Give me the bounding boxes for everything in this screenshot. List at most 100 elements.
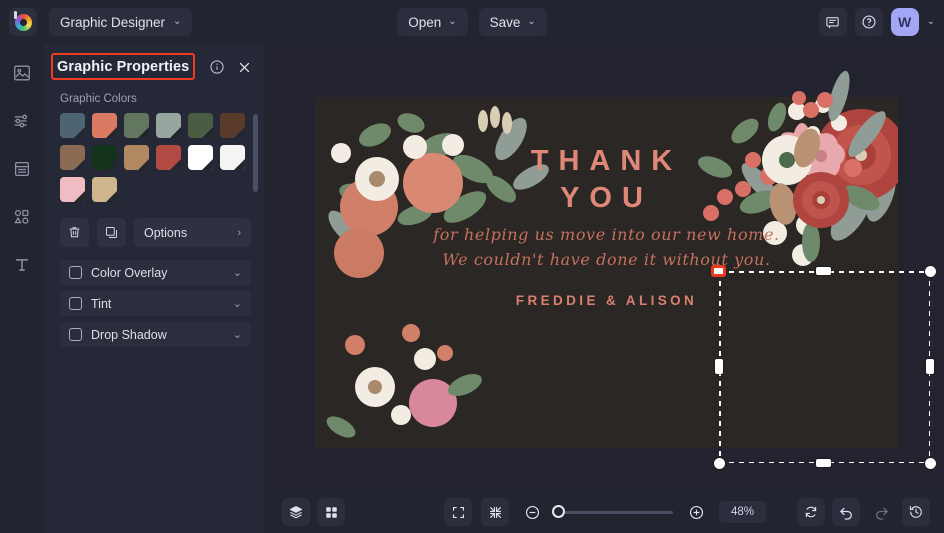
fullscreen-icon: [451, 505, 466, 520]
swatch-taupe[interactable]: [60, 145, 85, 170]
duplicate-icon: [104, 225, 119, 240]
page-title-wrap: Graphic Properties: [57, 59, 189, 75]
selection-handle-bottom-right[interactable]: [925, 458, 936, 469]
fit-to-screen-button[interactable]: [481, 498, 509, 526]
chevron-down-icon: ⌄: [233, 266, 242, 279]
chevron-down-icon: ⌄: [233, 328, 242, 341]
undo-button[interactable]: [832, 498, 860, 526]
delete-button[interactable]: [60, 218, 89, 247]
close-panel-button[interactable]: [237, 60, 252, 75]
swatch-tan[interactable]: [124, 145, 149, 170]
chevron-down-icon: ⌄: [527, 17, 535, 27]
selection-handle-top-left-active[interactable]: [711, 265, 726, 277]
selection-handle-top-center[interactable]: [816, 267, 831, 275]
chevron-down-icon: ⌄: [173, 17, 181, 27]
checkbox-tint[interactable]: [69, 297, 82, 310]
effect-label-drop-shadow: Drop Shadow: [91, 328, 167, 342]
zoom-in-icon: [688, 504, 705, 521]
fit-to-screen-icon: [488, 505, 503, 520]
comment-button[interactable]: [819, 8, 847, 36]
panel-header-actions: [209, 59, 252, 75]
page-title: Graphic Properties: [57, 59, 189, 75]
swatch-brick-red[interactable]: [156, 145, 181, 170]
app-logo[interactable]: [9, 8, 37, 36]
checkbox-color-overlay[interactable]: [69, 266, 82, 279]
canvas-stage[interactable]: THANK YOU for helping us move into our n…: [266, 44, 944, 491]
swatch-slate-blue[interactable]: [60, 113, 85, 138]
grid-view-button[interactable]: [317, 498, 345, 526]
swatch-beige[interactable]: [92, 177, 117, 202]
selection-handle-bottom-left[interactable]: [714, 458, 725, 469]
effect-row-color-overlay[interactable]: Color Overlay ⌄: [60, 260, 251, 285]
fullscreen-button[interactable]: [444, 498, 472, 526]
options-button[interactable]: Options ›: [134, 218, 251, 247]
grid-icon: [324, 505, 339, 520]
avatar[interactable]: W: [891, 8, 919, 36]
options-label: Options: [144, 226, 187, 240]
reset-button[interactable]: [797, 498, 825, 526]
swatch-salmon[interactable]: [92, 113, 117, 138]
checkbox-drop-shadow[interactable]: [69, 328, 82, 341]
redo-button[interactable]: [867, 498, 895, 526]
zoom-level-value[interactable]: 48%: [719, 501, 766, 523]
swatch-dark-brown[interactable]: [220, 113, 245, 138]
selection-handle-middle-right[interactable]: [926, 359, 934, 374]
account-chevron-down-icon[interactable]: ⌄: [927, 17, 935, 27]
swatch-sage-green[interactable]: [124, 113, 149, 138]
close-x-icon: [237, 60, 252, 75]
duplicate-button[interactable]: [97, 218, 126, 247]
chevron-right-icon: ›: [237, 227, 241, 239]
swatch-pink[interactable]: [60, 177, 85, 202]
history-clock-icon: [908, 504, 924, 520]
image-icon: [12, 63, 32, 83]
document-name-label: Graphic Designer: [60, 15, 165, 30]
sliders-icon: [12, 111, 32, 131]
selection-handle-bottom-center[interactable]: [816, 459, 831, 467]
open-button[interactable]: Open ⌄: [397, 8, 467, 36]
swatch-off-white[interactable]: [220, 145, 245, 170]
layers-icon: [288, 504, 304, 520]
zoom-slider[interactable]: [555, 511, 673, 514]
sidebar-item-layout[interactable]: [9, 156, 35, 182]
zoom-in-button[interactable]: [682, 498, 710, 526]
effect-label-color-overlay: Color Overlay: [91, 266, 167, 280]
effect-row-tint[interactable]: Tint⌄: [60, 291, 251, 316]
save-button[interactable]: Save ⌄: [479, 8, 547, 36]
help-button[interactable]: [855, 8, 883, 36]
sidebar-item-text[interactable]: [9, 252, 35, 278]
zoom-slider-knob[interactable]: [552, 505, 565, 518]
swatch-grey-green[interactable]: [156, 113, 181, 138]
selection-handle-middle-left[interactable]: [715, 359, 723, 374]
history-button[interactable]: [902, 498, 930, 526]
save-label: Save: [490, 15, 521, 30]
avatar-initial: W: [898, 14, 911, 30]
sidebar-item-adjustments[interactable]: [9, 108, 35, 134]
layers-button[interactable]: [282, 498, 310, 526]
effect-row-drop-shadow[interactable]: Drop Shadow ⌄: [60, 322, 251, 347]
chevron-down-icon: ⌄: [448, 17, 456, 27]
panel-header: Graphic Properties: [44, 44, 265, 90]
history-actions: [797, 498, 930, 526]
graphic-properties-panel: Graphic Properties Graphic Colors: [44, 44, 266, 533]
selection-frame: [719, 271, 930, 463]
info-button[interactable]: [209, 59, 225, 75]
refresh-icon: [803, 504, 819, 520]
graphic-colors-label: Graphic Colors: [44, 90, 265, 113]
app-window: Graphic Designer ⌄ Open ⌄ Save ⌄: [0, 0, 944, 533]
swatch-forest-green[interactable]: [188, 113, 213, 138]
selection-handle-top-right[interactable]: [925, 266, 936, 277]
sidebar-item-shapes[interactable]: [9, 204, 35, 230]
text-t-icon: [12, 255, 32, 275]
color-wheel-logo-icon: [15, 14, 32, 31]
zoom-out-button[interactable]: [518, 498, 546, 526]
swatch-deep-green[interactable]: [92, 145, 117, 170]
swatch-scrollbar[interactable]: [253, 114, 258, 192]
selected-floral-bouquet[interactable]: [721, 64, 901, 264]
sidebar-item-image[interactable]: [9, 60, 35, 86]
zoom-out-icon: [524, 504, 541, 521]
help-circle-icon: [861, 14, 877, 30]
chevron-down-icon: ⌄: [233, 297, 242, 310]
swatch-white[interactable]: [188, 145, 213, 170]
document-name-dropdown[interactable]: Graphic Designer ⌄: [49, 8, 192, 36]
undo-icon: [838, 504, 855, 521]
